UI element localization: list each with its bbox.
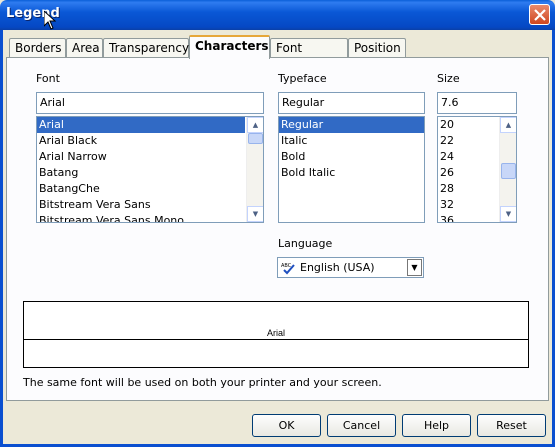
tab-transparency[interactable]: Transparency <box>103 38 189 58</box>
language-select[interactable]: ABC English (USA) ▼ <box>277 257 424 278</box>
scroll-thumb[interactable] <box>501 163 516 179</box>
language-value: English (USA) <box>300 261 375 274</box>
mouse-cursor-icon <box>44 11 56 30</box>
font-list-item[interactable]: Arial Narrow <box>37 149 263 165</box>
size-list-scrollbar[interactable]: ▲ ▼ <box>499 117 516 222</box>
tab-font-effects[interactable]: Font Effects <box>270 38 348 73</box>
font-list-scrollbar[interactable]: ▲ ▼ <box>246 117 263 222</box>
window-frame-left <box>0 30 3 447</box>
tab-characters[interactable]: Characters <box>189 35 270 59</box>
font-list-item[interactable]: Bitstream Vera Sans Mono <box>37 213 263 222</box>
size-label: Size <box>437 72 460 85</box>
scroll-up-button[interactable]: ▲ <box>500 117 516 133</box>
size-list[interactable]: 20 22 24 26 28 32 36 ▲ ▼ <box>437 116 517 223</box>
typeface-list-item[interactable]: Italic <box>279 133 424 149</box>
language-label: Language <box>278 237 333 250</box>
close-button[interactable] <box>529 4 550 25</box>
font-input[interactable]: Arial <box>36 92 264 114</box>
scroll-thumb[interactable] <box>248 133 263 144</box>
font-list[interactable]: Arial Arial Black Arial Narrow Batang Ba… <box>36 116 264 223</box>
scroll-up-button[interactable]: ▲ <box>247 117 263 133</box>
font-list-item[interactable]: Batang <box>37 165 263 181</box>
typeface-list-item[interactable]: Regular <box>279 117 424 133</box>
scroll-down-button[interactable]: ▼ <box>247 206 263 222</box>
font-list-item[interactable]: BatangChe <box>37 181 263 197</box>
spellcheck-icon: ABC <box>281 263 295 275</box>
reset-button[interactable]: Reset <box>477 414 546 437</box>
font-list-item[interactable]: Bitstream Vera Sans <box>37 197 263 213</box>
tab-borders[interactable]: Borders <box>9 38 66 58</box>
typeface-label: Typeface <box>278 72 327 85</box>
font-label: Font <box>36 72 60 85</box>
font-list-item[interactable]: Arial Black <box>37 133 263 149</box>
size-input[interactable]: 7.6 <box>437 92 517 114</box>
tab-position[interactable]: Position <box>348 38 406 58</box>
tab-area[interactable]: Area <box>66 38 103 58</box>
preview-sample-text: Arial <box>266 328 285 338</box>
typeface-list[interactable]: Regular Italic Bold Bold Italic <box>278 116 425 223</box>
typeface-list-item[interactable]: Bold Italic <box>279 165 424 181</box>
help-button[interactable]: Help <box>402 414 471 437</box>
font-list-item[interactable]: Arial <box>37 117 245 133</box>
scroll-down-button[interactable]: ▼ <box>500 206 516 222</box>
font-note: The same font will be used on both your … <box>23 376 382 389</box>
typeface-input[interactable]: Regular <box>278 92 425 114</box>
close-icon <box>534 9 546 21</box>
chevron-down-icon[interactable]: ▼ <box>407 259 422 276</box>
title-bar[interactable]: Legend <box>0 0 555 30</box>
ok-button[interactable]: OK <box>252 414 321 437</box>
typeface-list-item[interactable]: Bold <box>279 149 424 165</box>
preview-baseline <box>24 339 528 340</box>
font-preview: Arial <box>23 301 529 368</box>
cancel-button[interactable]: Cancel <box>327 414 396 437</box>
